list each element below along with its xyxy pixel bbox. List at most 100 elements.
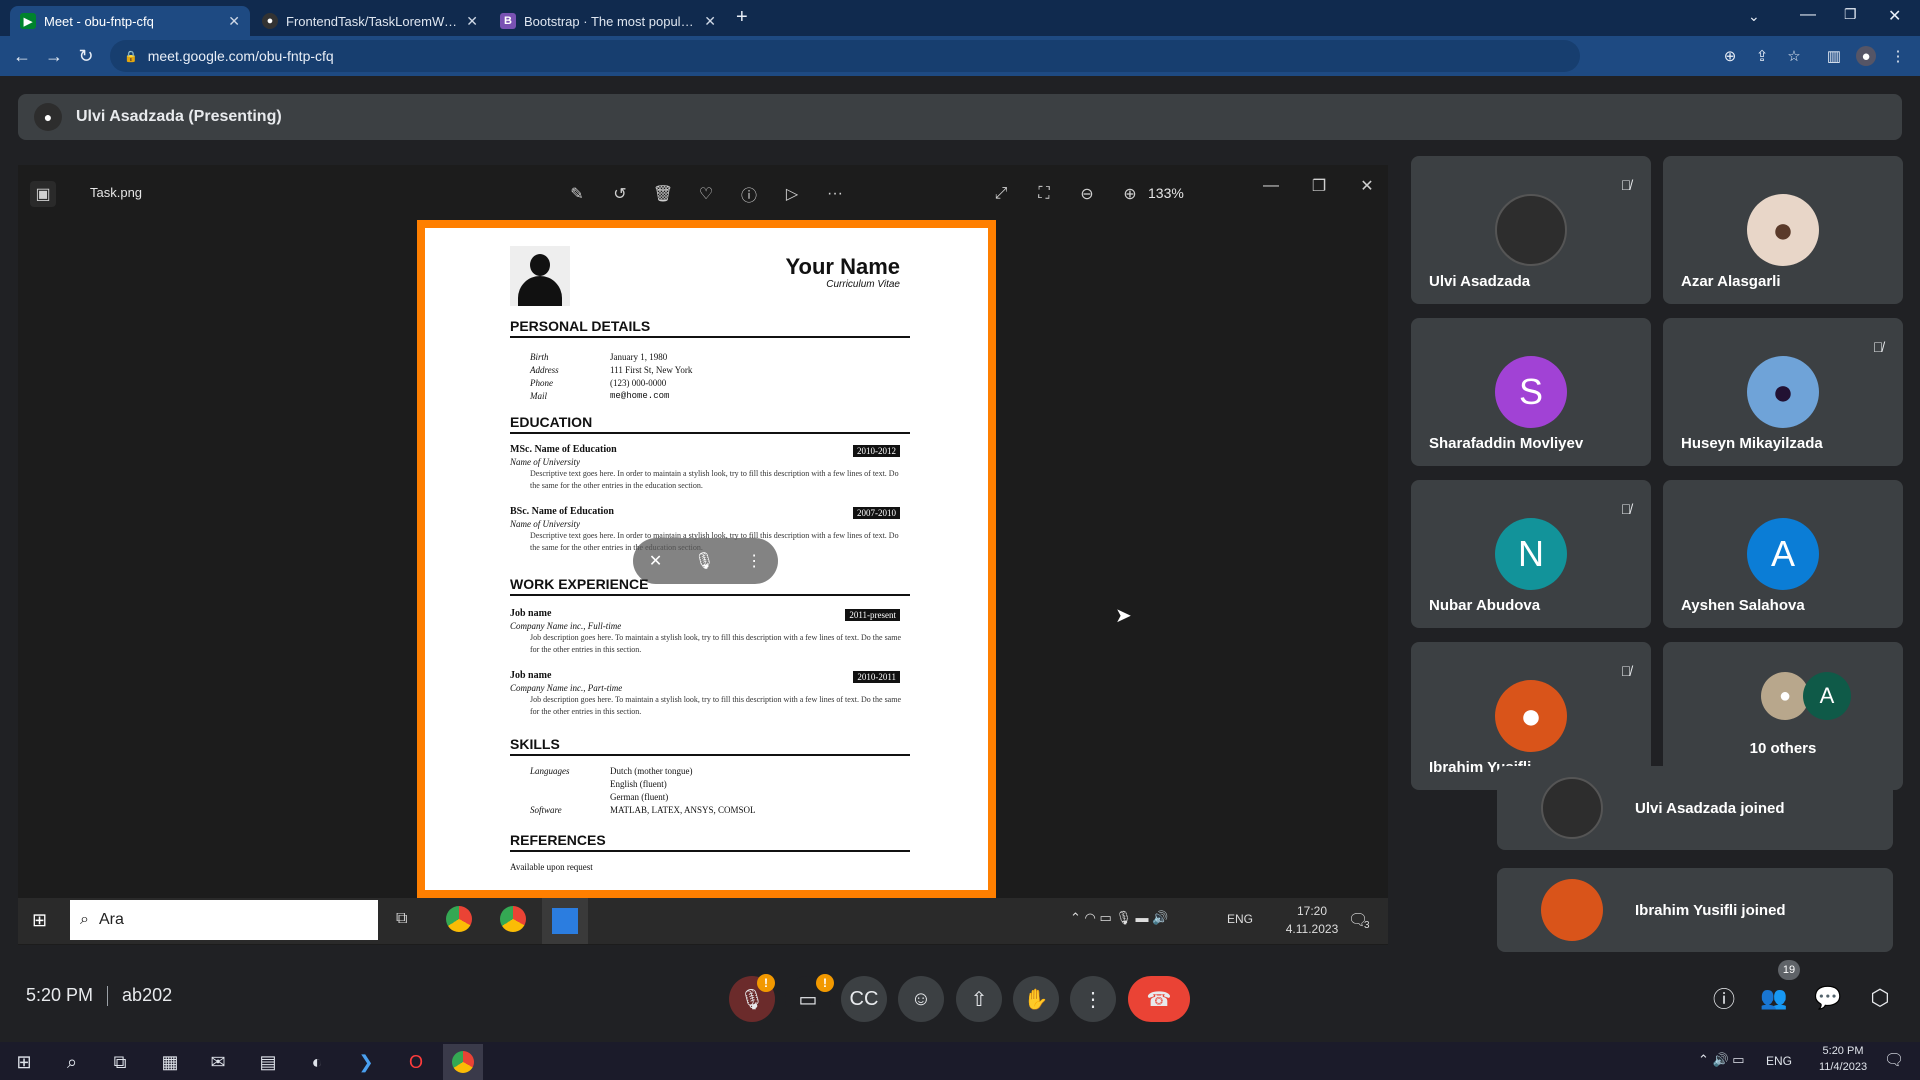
task-view-icon[interactable]: ⧉ <box>396 910 407 928</box>
participant-name: Sharafaddin Movliyev <box>1429 435 1584 452</box>
mail-icon[interactable]: ✉ <box>198 1044 238 1080</box>
profile-avatar-icon[interactable]: ● <box>1852 40 1880 72</box>
close-icon[interactable]: ✕ <box>704 13 716 30</box>
participant-tile[interactable]: N 🎙̸ Nubar Abudova <box>1411 480 1651 628</box>
viewer-close-icon[interactable]: ✕ <box>1356 175 1378 197</box>
fullscreen-icon[interactable]: ⤢ <box>990 183 1012 205</box>
personal-key: Mail <box>530 391 547 401</box>
toast-text: Ibrahim Yusifli joined <box>1635 901 1786 919</box>
leave-call-button[interactable]: ☎ <box>1128 976 1190 1022</box>
more-options-button[interactable]: ⋮ <box>1070 976 1116 1022</box>
forward-icon[interactable]: → <box>38 40 70 72</box>
viewer-minimize-icon[interactable]: — <box>1260 175 1282 197</box>
new-tab-button[interactable]: + <box>736 6 748 29</box>
mic-off-icon[interactable]: 🎙 <box>694 551 714 571</box>
skill-key: Software <box>530 805 562 815</box>
people-icon[interactable]: 👥 <box>1758 982 1790 1014</box>
participant-tile[interactable]: ● Azar Alasgarli <box>1663 156 1903 304</box>
viewer-restore-icon[interactable]: ❐ <box>1308 175 1330 197</box>
file-explorer-icon[interactable]: ▤ <box>248 1044 288 1080</box>
toast-avatar <box>1541 777 1603 839</box>
close-icon[interactable]: ✕ <box>228 13 240 30</box>
menu-icon[interactable]: ⋮ <box>1884 40 1912 72</box>
profile-photo <box>510 246 570 306</box>
more-options-icon[interactable]: ⋮ <box>746 551 762 571</box>
edge-icon[interactable]: ◐ <box>297 1044 337 1080</box>
tab-github[interactable]: ● FrontendTask/TaskLoremWebSit ✕ <box>252 6 488 36</box>
captions-button[interactable]: CC <box>841 976 887 1022</box>
close-window-icon[interactable]: ✕ <box>1888 6 1901 26</box>
participant-avatar <box>1495 194 1567 266</box>
taskbar-search-text: Ara <box>98 911 124 928</box>
chrome-icon[interactable] <box>443 1044 483 1080</box>
photos-app-icon[interactable] <box>542 898 588 944</box>
store-icon[interactable]: ▦ <box>150 1044 190 1080</box>
info-icon[interactable]: ⓘ <box>738 183 760 205</box>
edit-icon[interactable]: ✎ <box>566 183 588 205</box>
notification-icon[interactable]: 🗨 <box>1884 1050 1904 1070</box>
minimize-icon[interactable]: — <box>1800 6 1816 24</box>
vscode-icon[interactable]: ❯ <box>346 1044 386 1080</box>
lock-icon: 🔒 <box>124 50 138 63</box>
reload-icon[interactable]: ↻ <box>70 40 102 72</box>
work-sub: Company Name inc., Part-time <box>510 683 623 693</box>
notification-count: 3 <box>1364 920 1370 931</box>
sidepanel-icon[interactable]: ▥ <box>1820 40 1848 72</box>
participant-avatar: ● <box>1747 356 1819 428</box>
work-title: Job name <box>510 608 552 619</box>
tab-title: Meet - obu-fntp-cfq <box>44 13 154 29</box>
chrome-icon[interactable] <box>500 906 526 932</box>
meeting-details-icon[interactable]: ⓘ <box>1708 982 1740 1014</box>
unpin-icon[interactable]: ✕ <box>649 551 662 571</box>
present-button[interactable]: ⇧ <box>956 976 1002 1022</box>
close-icon[interactable]: ✕ <box>466 13 478 30</box>
fit-icon[interactable]: ⛶ <box>1033 183 1055 205</box>
zoom-in-icon[interactable]: ⊕ <box>1119 183 1141 205</box>
delete-icon[interactable]: 🗑 <box>652 183 674 205</box>
work-desc: Job description goes here. To maintain a… <box>530 633 902 654</box>
personal-key: Phone <box>530 378 553 388</box>
participant-tile[interactable]: S Sharafaddin Movliyev <box>1411 318 1651 466</box>
raise-hand-button[interactable]: ✋ <box>1013 976 1059 1022</box>
skill-value: German (fluent) <box>610 792 669 802</box>
zoom-out-icon[interactable]: ⊖ <box>1076 183 1098 205</box>
share-icon[interactable]: ⇪ <box>1748 40 1776 72</box>
join-toast: Ibrahim Yusifli joined <box>1497 868 1893 952</box>
participant-tile[interactable]: ● 🎙̸ Huseyn Mikayilzada <box>1663 318 1903 466</box>
slideshow-icon[interactable]: ▷ <box>781 183 803 205</box>
emoji-button[interactable]: ☺ <box>898 976 944 1022</box>
windows-start-icon[interactable]: ⊞ <box>4 1044 44 1080</box>
tab-bootstrap[interactable]: B Bootstrap · The most popular HT ✕ <box>490 6 726 36</box>
tab-search-icon[interactable]: ⌄ <box>1748 8 1760 25</box>
taskbar-search-box[interactable]: ⌕ Ara <box>70 900 378 940</box>
os-clock[interactable]: 5:20 PM 11/4/2023 <box>1808 1045 1878 1073</box>
edu-title: MSc. Name of Education <box>510 444 617 455</box>
opera-icon[interactable]: O <box>396 1044 436 1080</box>
star-icon[interactable]: ☆ <box>1780 40 1808 72</box>
hand-icon: ✋ <box>1023 988 1049 1011</box>
restore-icon[interactable]: ❐ <box>1844 6 1857 23</box>
zoom-icon[interactable]: ⊕ <box>1716 40 1744 72</box>
task-view-icon[interactable]: ⧉ <box>100 1044 140 1080</box>
back-icon[interactable]: ← <box>6 40 38 72</box>
presenting-label: Ulvi Asadzada (Presenting) <box>76 108 282 125</box>
os-time: 5:20 PM <box>1822 1045 1864 1057</box>
participant-name: Ayshen Salahova <box>1681 597 1805 614</box>
section-personal: PERSONAL DETAILS <box>510 318 910 338</box>
chrome-icon[interactable] <box>446 906 472 932</box>
rotate-icon[interactable]: ↺ <box>609 183 631 205</box>
more-icon[interactable]: ··· <box>824 183 846 205</box>
tab-meet[interactable]: ▶ Meet - obu-fntp-cfq ✕ <box>10 6 250 36</box>
mouse-cursor-icon: ➤ <box>1115 605 1132 627</box>
url-bar[interactable]: 🔒 meet.google.com/obu-fntp-cfq <box>110 40 1580 72</box>
skill-value: Dutch (mother tongue) <box>610 766 693 776</box>
favorite-icon[interactable]: ♡ <box>695 183 717 205</box>
person-icon <box>518 252 562 306</box>
toast-text: Ulvi Asadzada joined <box>1635 799 1785 817</box>
search-icon[interactable]: ⌕ <box>52 1044 92 1080</box>
chat-icon[interactable]: 💬 <box>1812 982 1844 1014</box>
participant-tile[interactable]: A Ayshen Salahova <box>1663 480 1903 628</box>
windows-start-icon[interactable]: ⊞ <box>32 910 47 931</box>
participant-tile[interactable]: 🎙̸ Ulvi Asadzada <box>1411 156 1651 304</box>
activities-icon[interactable]: ⬡ <box>1864 982 1896 1014</box>
